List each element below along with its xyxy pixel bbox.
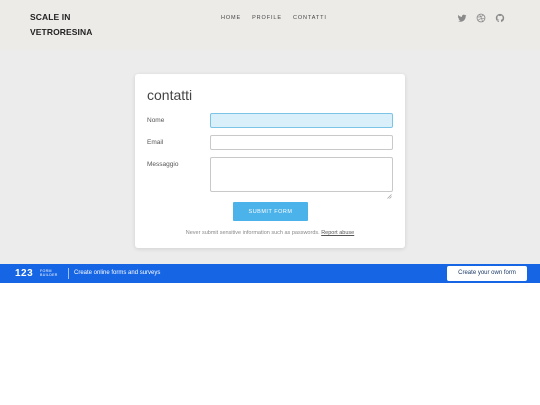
submit-button[interactable]: SUBMIT FORM [233,202,308,221]
dribbble-icon[interactable] [476,13,486,23]
message-label: Messaggio [147,161,179,168]
nav-contatti[interactable]: CONTATTI [293,14,327,22]
brand-line-1: SCALE IN [30,12,71,22]
notice-text: Never submit sensitive information such … [185,230,320,236]
privacy-notice: Never submit sensitive information such … [135,230,405,237]
resize-grip-icon[interactable] [387,186,392,199]
message-textarea[interactable] [210,157,393,192]
form-builder-logo[interactable]: 123 FORM BUILDER [15,268,61,279]
report-abuse-link[interactable]: Report abuse [321,230,354,236]
name-label: Nome [147,117,165,124]
github-icon[interactable] [495,13,505,23]
create-form-button[interactable]: Create your own form [447,266,527,281]
logo-line-2: BUILDER [40,273,58,278]
nav-home[interactable]: HOME [221,14,241,22]
promo-divider [68,268,69,279]
promo-tagline[interactable]: Create online forms and surveys [74,270,160,277]
form-title: contatti [147,87,193,103]
nav-profile[interactable]: PROFILE [252,14,282,22]
name-input[interactable] [210,113,393,128]
twitter-icon[interactable] [457,13,467,23]
site-brand[interactable]: SCALE IN VETRORESINA [30,10,130,40]
social-links [457,13,505,23]
contact-form-card: contatti Nome Email Messaggio SUBMIT FOR… [135,74,405,248]
main-nav: HOME PROFILE CONTATTI [221,14,327,22]
brand-line-2: VETRORESINA [30,27,93,37]
logo-number: 123 [15,268,34,279]
email-label: Email [147,139,164,146]
site-header: SCALE IN VETRORESINA HOME PROFILE CONTAT… [0,0,540,50]
logo-wordmark: FORM BUILDER [40,269,58,277]
email-input[interactable] [210,135,393,150]
